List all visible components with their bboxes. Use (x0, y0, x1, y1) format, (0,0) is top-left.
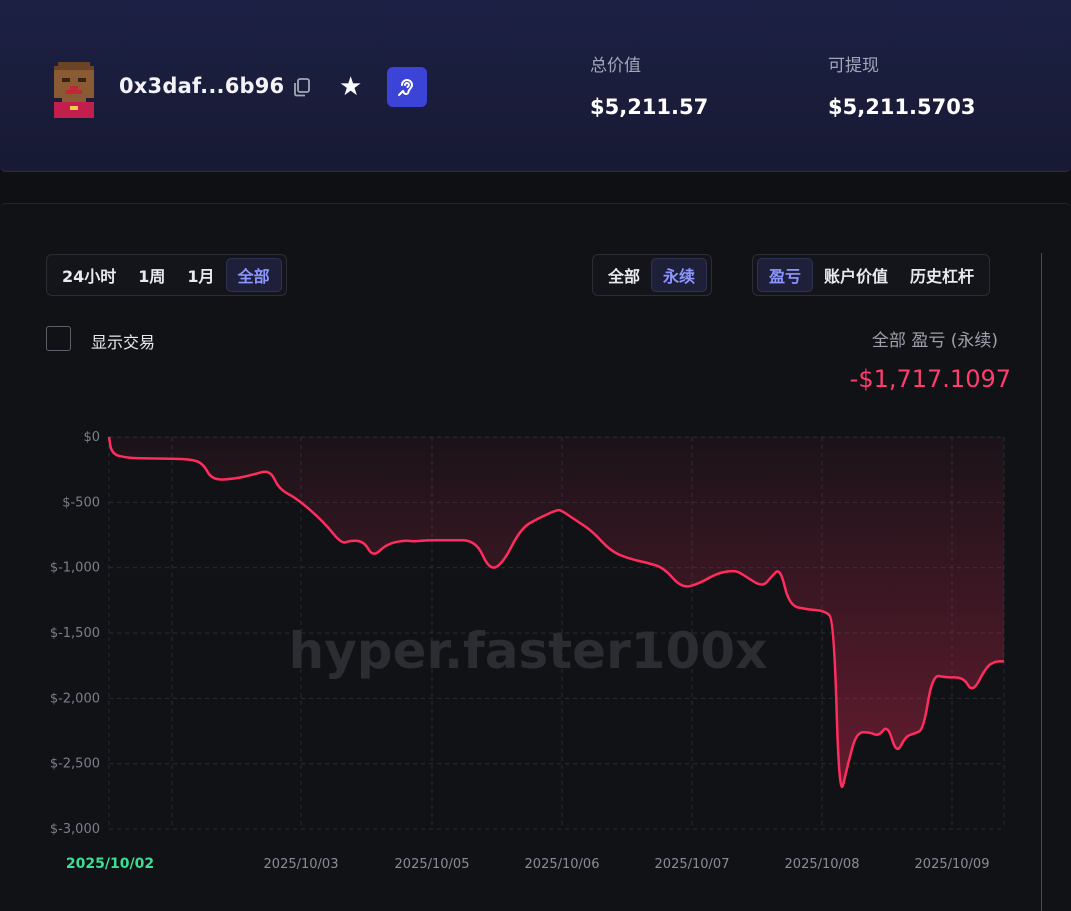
tab-pnl[interactable]: 盈亏 (757, 258, 814, 292)
time-range-selector: 24小时 1周 1月 全部 (46, 254, 287, 296)
y-tick-label: $-1,000 (50, 561, 100, 576)
withdrawable-label: 可提现 (828, 56, 879, 76)
tab-1month[interactable]: 1月 (176, 258, 225, 292)
star-icon[interactable]: ★ (339, 72, 362, 102)
tab-all-markets[interactable]: 全部 (597, 258, 651, 292)
y-tick-label: $0 (83, 430, 100, 445)
show-trades-checkbox[interactable] (46, 326, 71, 351)
listen-button[interactable] (387, 67, 427, 107)
y-tick-label: $-2,000 (50, 691, 100, 706)
tab-account-value[interactable]: 账户价值 (813, 258, 899, 292)
y-tick-label: $-2,500 (50, 757, 100, 772)
metric-selector: 盈亏 账户价值 历史杠杆 (752, 254, 991, 296)
y-tick-label: $-3,000 (50, 822, 100, 837)
ear-icon (398, 79, 414, 96)
tab-all-time[interactable]: 全部 (225, 258, 282, 292)
total-value: $5,211.57 (590, 95, 709, 119)
x-tick-label: 2025/10/05 (395, 857, 470, 872)
tab-24h[interactable]: 24小时 (51, 258, 127, 292)
x-tick-label: 2025/10/02 (66, 856, 154, 872)
y-tick-label: $-1,500 (50, 626, 100, 641)
x-tick-label: 2025/10/06 (525, 857, 600, 872)
pnl-caption: 全部 盈亏 (永续) (871, 331, 998, 351)
pnl-total-value: -$1,717.1097 (849, 365, 1011, 393)
x-tick-label: 2025/10/07 (655, 857, 730, 872)
account-header: 0x3daf...6b96 ★ 总价值 $5,211.57 可提现 $5,211… (0, 0, 1071, 172)
tab-perpetual[interactable]: 永续 (651, 258, 708, 292)
show-trades-label: 显示交易 (91, 333, 156, 352)
tab-1week[interactable]: 1周 (127, 258, 176, 292)
pixel-avatar (54, 62, 94, 118)
chart-watermark: hyper.faster100x (289, 622, 768, 680)
tab-leverage-history[interactable]: 历史杠杆 (899, 258, 985, 292)
pnl-area-fill (109, 437, 1004, 787)
total-value-label: 总价值 (590, 56, 641, 76)
y-tick-label: $-500 (62, 495, 100, 510)
x-tick-label: 2025/10/09 (915, 857, 990, 872)
pnl-chart: $0 $-500 $-1,000 $-1,500 $-2,000 $-2,500 $-3,0… (50, 430, 1005, 872)
x-tick-label: 2025/10/08 (785, 857, 860, 872)
withdrawable-value: $5,211.5703 (828, 95, 976, 119)
x-tick-label: 2025/10/03 (264, 857, 339, 872)
wallet-address: 0x3daf...6b96 (119, 74, 285, 98)
copy-icon[interactable] (291, 76, 313, 98)
market-type-selector: 全部 永续 (592, 254, 713, 296)
